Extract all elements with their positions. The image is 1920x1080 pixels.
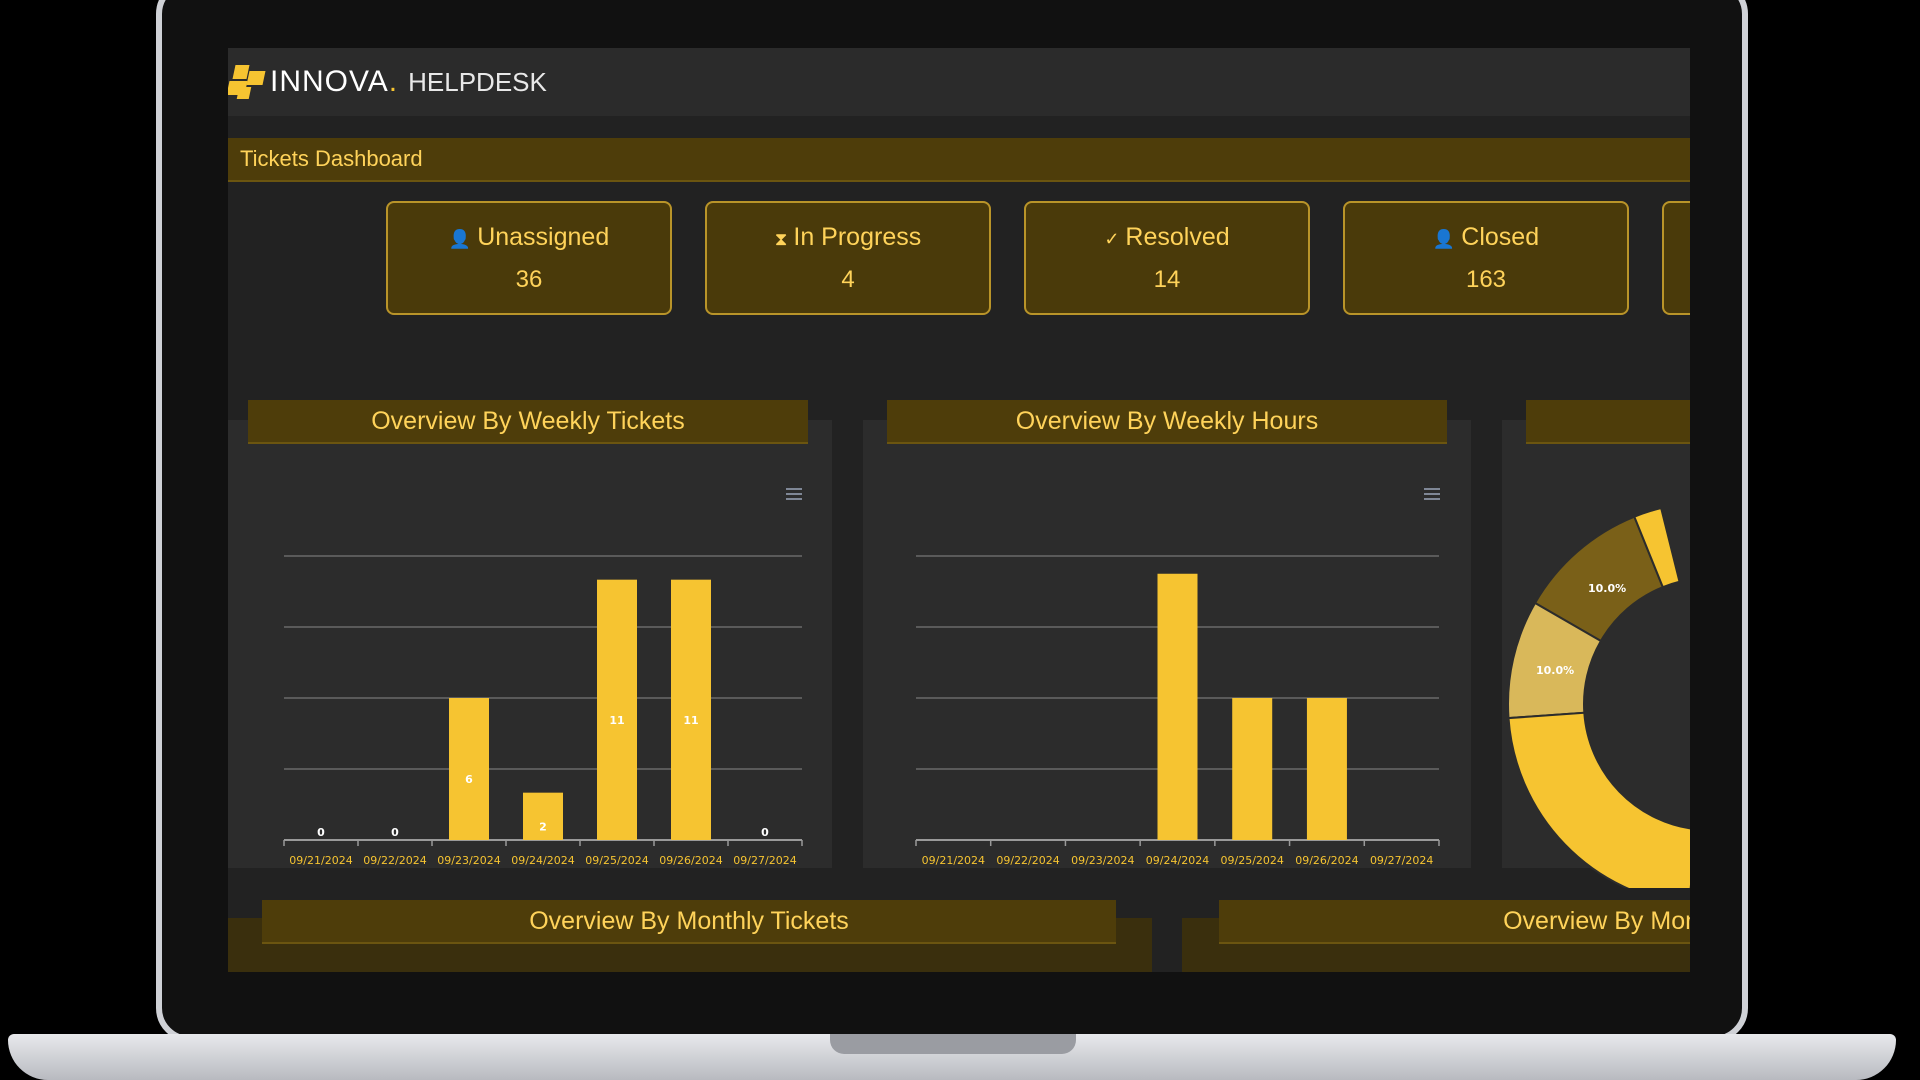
stat-card-resolved[interactable]: ✓ Resolved 14 [1024, 201, 1310, 315]
weekly-hours-chart: 09/21/2024 09/22/2024 09/23/2024 09/24/2024… [915, 555, 1440, 867]
pie-slice[interactable] [1507, 711, 1690, 888]
stat-label: Resolved [1125, 223, 1230, 251]
bar[interactable] [671, 579, 711, 840]
laptop-notch [830, 1034, 1076, 1054]
x-tick-label: 09/27/2024 [1370, 854, 1433, 867]
data-label: 11 [683, 714, 698, 727]
stat-label: Closed [1461, 223, 1540, 251]
x-tick-label: 09/25/2024 [585, 854, 648, 867]
data-label: 6 [465, 773, 473, 786]
app-screen: INNOVA. HELPDESK Tickets Dashboard 👤 Unas… [228, 48, 1690, 972]
stat-card-in-progress[interactable]: ⧗ In Progress 4 [705, 201, 991, 315]
x-tick-label: 09/21/2024 [289, 854, 352, 867]
bar[interactable] [1232, 698, 1273, 840]
data-label: 0 [761, 826, 769, 839]
x-tick-label: 09/24/2024 [511, 854, 574, 867]
data-label: 0 [317, 826, 325, 839]
page-title-bar: Tickets Dashboard [228, 138, 1690, 182]
data-label: 11 [609, 714, 624, 727]
stat-label: Unassigned [477, 223, 610, 251]
pie-label: 10.0% [1588, 582, 1626, 595]
x-tick-label: 09/25/2024 [1221, 854, 1284, 867]
data-label: 2 [539, 820, 547, 833]
user-x-icon: 👤 [448, 229, 472, 249]
bar[interactable] [1306, 698, 1347, 840]
stat-card-closed[interactable]: 👤 Closed 163 [1343, 201, 1629, 315]
bar[interactable] [1157, 573, 1198, 840]
stat-card-partial[interactable] [1662, 201, 1690, 315]
stat-card-unassigned[interactable]: 👤 Unassigned 36 [386, 201, 672, 315]
x-tick-label: 09/23/2024 [437, 854, 500, 867]
hourglass-icon: ⧗ [774, 229, 788, 249]
pie-chart: 10.0% 10.0% [1507, 506, 1690, 888]
x-tick-label: 09/27/2024 [733, 854, 796, 867]
bar[interactable] [597, 579, 637, 840]
x-tick-label: 09/22/2024 [363, 854, 426, 867]
chart-menu-icon[interactable] [1424, 488, 1440, 500]
x-tick-label: 09/21/2024 [922, 854, 985, 867]
check-circle-icon: ✓ [1104, 229, 1120, 249]
x-tick-label: 09/26/2024 [1295, 854, 1358, 867]
x-tick-label: 09/22/2024 [996, 854, 1059, 867]
stat-label: In Progress [793, 223, 922, 251]
panel-title-weekly-tickets: Overview By Weekly Tickets [248, 400, 808, 444]
stat-value: 14 [1153, 266, 1181, 293]
x-tick-label: 09/23/2024 [1071, 854, 1134, 867]
top-bar: INNOVA. HELPDESK [228, 48, 1690, 116]
logo-icon [228, 63, 266, 101]
stat-value: 36 [515, 266, 543, 293]
pie-label: 10.0% [1536, 664, 1574, 677]
panel-title-monthly-partial: Overview By Mon [1219, 900, 1690, 944]
logo-subtitle: HELPDESK [408, 66, 547, 97]
weekly-tickets-chart: 09/21/2024 0 09/22/2024 0 09/23/2024 6 09/24/2… [283, 555, 803, 867]
stat-value: 4 [841, 266, 855, 293]
data-label: 0 [391, 826, 399, 839]
user-x-icon: 👤 [1432, 229, 1456, 249]
chart-menu-icon[interactable] [786, 488, 802, 500]
panel-title-weekly-hours: Overview By Weekly Hours [887, 400, 1447, 444]
x-tick-label: 09/26/2024 [659, 854, 722, 867]
page-title: Tickets Dashboard [240, 146, 423, 171]
stat-value: 163 [1465, 266, 1507, 293]
x-tick-label: 09/24/2024 [1146, 854, 1209, 867]
panel-title-pie [1526, 400, 1690, 444]
bar[interactable] [449, 698, 489, 840]
panel-title-monthly-tickets: Overview By Monthly Tickets [262, 900, 1116, 944]
logo-text: INNOVA. [270, 65, 399, 98]
